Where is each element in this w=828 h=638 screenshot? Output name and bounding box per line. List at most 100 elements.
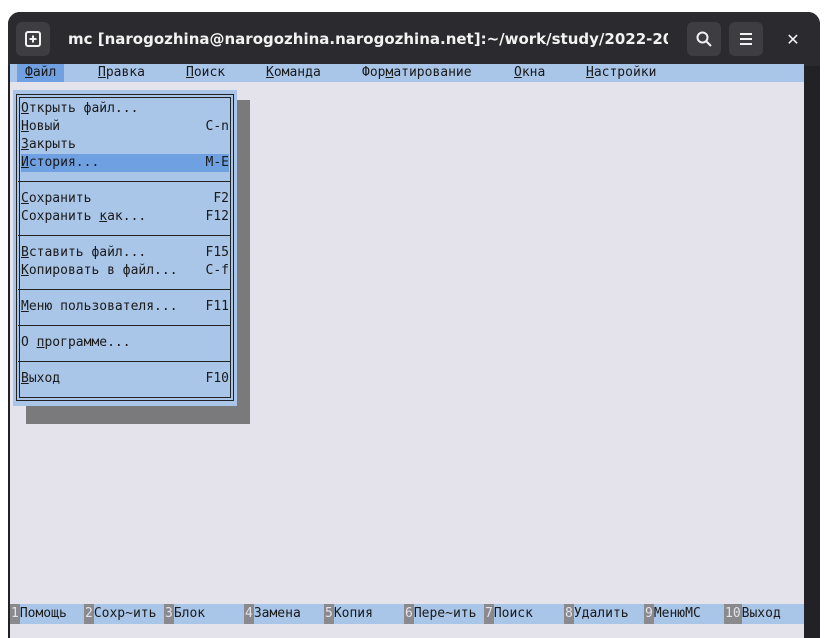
menu-item-open-file[interactable]: Открыть файл...	[21, 100, 229, 118]
menu-settings[interactable]: Настройки	[586, 64, 656, 82]
menu-command[interactable]: Команда	[266, 64, 321, 82]
fkey-exit[interactable]: 10Выход	[724, 604, 781, 624]
menu-settings-label: астройки	[593, 65, 657, 80]
menu-item-new[interactable]: Новый C-n	[21, 118, 229, 136]
menu-search-hotkey: П	[186, 65, 194, 80]
fkey-number: 3	[164, 604, 174, 624]
menu-item-close[interactable]: Закрыть	[21, 136, 229, 154]
terminal-area[interactable]: Файл Правка Поиск Команда Форматирование…	[10, 64, 804, 624]
menu-search-label: оиск	[193, 65, 226, 80]
item-label: овый	[28, 119, 61, 134]
fkey-label: Удалить	[573, 606, 629, 621]
fkey-search[interactable]: 7Поиск	[484, 604, 533, 624]
item-label: ыход	[28, 371, 61, 386]
item-hotkey: В	[21, 245, 29, 260]
fkey-number: 8	[564, 604, 574, 624]
item-label: охранить	[28, 191, 92, 206]
menu-file[interactable]: Файл	[17, 64, 65, 82]
mc-menubar: Файл Правка Поиск Команда Форматирование…	[10, 64, 804, 82]
close-button[interactable]: ✕	[776, 22, 810, 56]
main-menu-button[interactable]	[729, 22, 763, 56]
menu-format[interactable]: Форматирование	[362, 64, 472, 82]
item-shortcut: F12	[205, 209, 229, 224]
menu-item-save-as[interactable]: Сохранить как... F12	[21, 208, 229, 226]
fkey-number: 1	[10, 604, 20, 624]
fkey-label: Пере~ить	[413, 606, 477, 621]
fkey-number: 9	[644, 604, 654, 624]
item-hotkey: Н	[21, 119, 29, 134]
item-hotkey: В	[21, 371, 29, 386]
plus-square-icon	[25, 31, 41, 47]
menu-item-user-menu[interactable]: Меню пользователя... F11	[21, 298, 229, 316]
item-label: ак...	[107, 209, 147, 224]
menu-item-exit[interactable]: Выход F10	[21, 370, 229, 388]
item-hotkey: К	[21, 263, 29, 278]
fkey-help[interactable]: 1Помощь	[10, 604, 67, 624]
fkey-replace[interactable]: 4Замена	[244, 604, 301, 624]
item-pre: О	[21, 335, 37, 350]
fkey-number: 5	[324, 604, 334, 624]
menu-search[interactable]: Поиск	[186, 64, 225, 82]
menu-item-copy-to-file[interactable]: Копировать в файл... C-f	[21, 262, 229, 280]
menu-windows[interactable]: Окна	[514, 64, 545, 82]
item-label: стория...	[28, 155, 100, 170]
fkey-label: МенюMC	[653, 606, 701, 621]
hamburger-icon	[740, 33, 752, 45]
item-hotkey: М	[21, 299, 29, 314]
item-hotkey: С	[21, 191, 29, 206]
fkey-block[interactable]: 3Блок	[164, 604, 205, 624]
item-shortcut: M-E	[205, 155, 229, 170]
window-title: mc [narogozhina@narogozhina.narogozhina.…	[68, 30, 668, 48]
item-label: ставить файл...	[28, 245, 147, 260]
title-bar: mc [narogozhina@narogozhina.narogozhina.…	[8, 12, 820, 66]
menu-item-insert-file[interactable]: Вставить файл... F15	[21, 244, 229, 262]
fkey-save[interactable]: 2Сохр~ить	[84, 604, 156, 624]
fkey-number: 2	[84, 604, 94, 624]
menu-edit[interactable]: Правка	[98, 64, 145, 82]
menu-separator	[18, 361, 230, 362]
menu-item-about[interactable]: О программе...	[21, 334, 229, 352]
item-pre: Сохранить	[21, 209, 100, 224]
menu-format-pre: Фор	[362, 65, 386, 80]
fkey-label: Сохр~ить	[93, 606, 157, 621]
search-button[interactable]	[687, 22, 721, 56]
fkey-number: 10	[724, 604, 742, 624]
fkey-move[interactable]: 6Пере~ить	[404, 604, 476, 624]
fkey-label: Блок	[173, 606, 206, 621]
fkey-label: Копия	[333, 606, 373, 621]
menu-command-label: оманда	[273, 65, 321, 80]
menu-format-label: атирование	[393, 65, 472, 80]
file-dropdown-menu: Открыть файл... Новый C-n Закрыть История…	[13, 90, 237, 406]
item-shortcut: F2	[213, 191, 229, 206]
item-label: рограмме...	[44, 335, 131, 350]
fkey-menu[interactable]: 9МенюMC	[644, 604, 701, 624]
menu-windows-label: кна	[521, 65, 546, 80]
item-shortcut: F11	[205, 299, 229, 314]
close-icon: ✕	[786, 29, 800, 49]
terminal-bottom-padding	[10, 624, 804, 638]
menu-separator	[18, 289, 230, 290]
menu-file-hotkey: Ф	[25, 65, 33, 80]
menu-file-label: айл	[32, 65, 57, 80]
terminal-window: mc [narogozhina@narogozhina.narogozhina.…	[8, 12, 820, 638]
fkey-number: 4	[244, 604, 254, 624]
fkey-number: 6	[404, 604, 414, 624]
fkey-copy[interactable]: 5Копия	[324, 604, 373, 624]
menu-item-save[interactable]: Сохранить F2	[21, 190, 229, 208]
item-hotkey: И	[21, 155, 29, 170]
function-key-bar: 1Помощь 2Сохр~ить 3Блок 4Замена 5Копия 6…	[10, 604, 804, 624]
item-shortcut: F15	[205, 245, 229, 260]
new-tab-button[interactable]	[16, 22, 50, 56]
search-icon	[696, 31, 712, 47]
item-shortcut: F10	[205, 371, 229, 386]
fkey-label: Помощь	[19, 606, 67, 621]
menu-separator	[18, 235, 230, 236]
menu-item-history[interactable]: История... M-E	[21, 154, 229, 172]
menu-edit-label: равка	[105, 65, 145, 80]
fkey-delete[interactable]: 8Удалить	[564, 604, 629, 624]
item-hotkey: к	[99, 209, 108, 224]
item-shortcut: C-f	[205, 263, 229, 278]
menu-edit-hotkey: П	[98, 65, 106, 80]
menu-command-hotkey: К	[266, 65, 274, 80]
menu-settings-hotkey: Н	[586, 65, 594, 80]
